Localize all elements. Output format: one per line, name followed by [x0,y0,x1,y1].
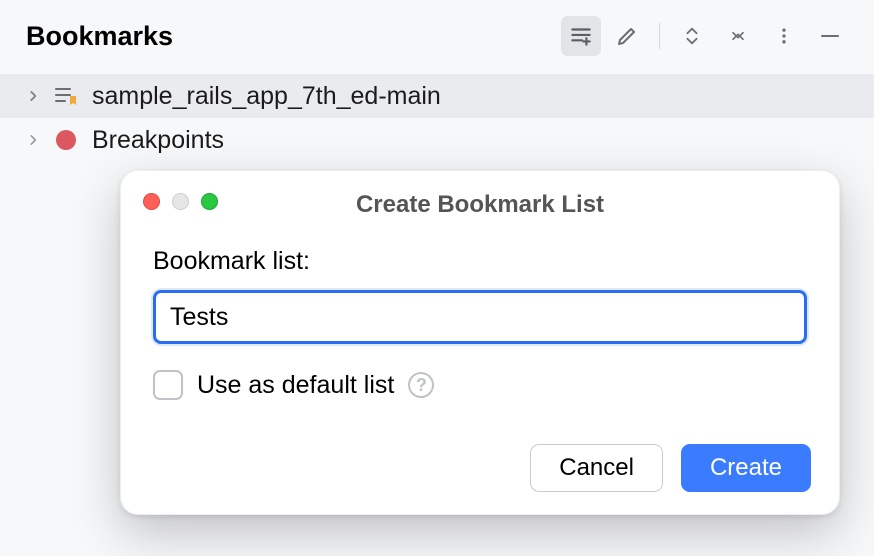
list-add-icon [568,23,594,49]
create-button[interactable]: Create [681,444,811,492]
collapse-button[interactable] [718,16,758,56]
dialog-button-row: Cancel Create [530,444,811,492]
toolbar-divider [659,23,660,49]
hide-panel-button[interactable] [810,16,850,56]
more-options-button[interactable] [764,16,804,56]
window-minimize-button[interactable] [172,193,189,210]
bookmark-tree: sample_rails_app_7th_ed-main Breakpoints [0,68,874,162]
chevron-right-icon [26,89,40,103]
dialog-title: Create Bookmark List [141,191,819,219]
window-controls [143,193,218,210]
window-close-button[interactable] [143,193,160,210]
use-default-label: Use as default list [197,371,394,400]
bookmark-list-input[interactable] [153,290,807,344]
close-icon [728,26,748,46]
tree-item-project[interactable]: sample_rails_app_7th_ed-main [0,74,874,118]
dialog-body: Bookmark list: Use as default list ? [121,227,839,400]
tree-item-label: sample_rails_app_7th_ed-main [92,82,441,111]
expand-collapse-icon [681,25,703,47]
bookmarks-panel: Bookmarks [0,0,874,556]
use-default-checkbox[interactable] [153,370,183,400]
panel-toolbar [561,16,850,56]
chevron-right-icon [26,133,40,147]
add-list-button[interactable] [561,16,601,56]
breakpoint-icon [52,126,80,154]
tree-item-breakpoints[interactable]: Breakpoints [0,118,874,162]
minimize-icon [818,24,842,48]
kebab-icon [774,26,794,46]
create-bookmark-list-dialog: Create Bookmark List Bookmark list: Use … [120,170,840,515]
cancel-button[interactable]: Cancel [530,444,663,492]
tree-item-label: Breakpoints [92,126,224,155]
bookmark-list-icon [52,82,80,110]
expand-collapse-button[interactable] [672,16,712,56]
window-zoom-button[interactable] [201,193,218,210]
bookmark-list-label: Bookmark list: [153,247,807,276]
edit-button[interactable] [607,16,647,56]
dialog-titlebar: Create Bookmark List [121,171,839,227]
panel-title: Bookmarks [26,21,173,52]
help-icon[interactable]: ? [408,372,434,398]
default-list-row: Use as default list ? [153,370,807,400]
pencil-icon [615,24,639,48]
panel-header: Bookmarks [0,0,874,68]
